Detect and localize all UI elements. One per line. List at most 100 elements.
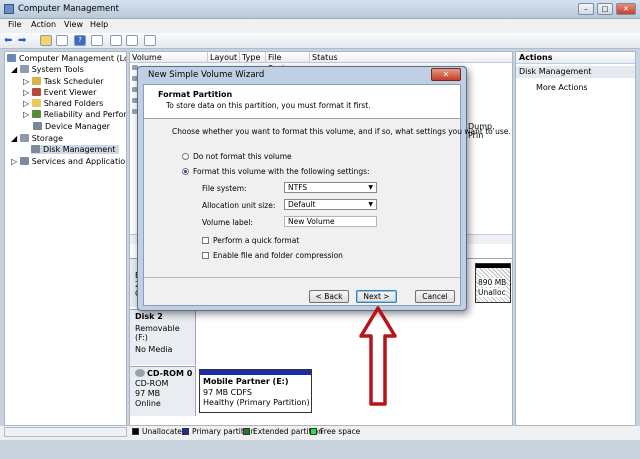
wizard-header: Format Partition To store data on this p… (144, 85, 460, 119)
disk2-label[interactable]: Disk 2 Removable (F:) No Media (130, 309, 196, 365)
compression-checkbox[interactable] (202, 252, 209, 259)
up-folder-icon[interactable] (40, 35, 52, 46)
device-manager-icon (33, 122, 42, 130)
red-arrow-annotation (359, 306, 397, 406)
close-button[interactable]: ✕ (616, 3, 636, 15)
event-viewer-icon (31, 88, 41, 96)
minimize-button[interactable]: – (578, 3, 594, 15)
allocation-unit-select[interactable]: Default ▼ (284, 199, 377, 210)
forward-arrow-icon[interactable]: ➡ (18, 35, 26, 46)
cdrom-size: 97 MB (135, 389, 161, 398)
column-volume[interactable]: Volume (130, 52, 208, 63)
menu-file[interactable]: File (8, 20, 21, 29)
volume-label-label: Volume label: (202, 218, 253, 227)
console-tree: Computer Management (Local ◢ System Tool… (4, 51, 127, 426)
tree-item-storage[interactable]: ◢ Storage (11, 134, 63, 143)
properties-icon[interactable] (91, 35, 103, 46)
dropdown-arrow-icon: ▼ (368, 184, 373, 191)
help-icon[interactable]: ? (74, 35, 86, 46)
more-actions-link[interactable]: More Actions (536, 83, 588, 92)
legend-swatch (132, 428, 139, 435)
computer-icon (7, 54, 16, 62)
next-button[interactable]: Next > (356, 290, 397, 303)
legend-unallocated: Unallocated (132, 427, 187, 436)
legend-swatch (243, 428, 250, 435)
actions-header: Actions (516, 52, 635, 64)
title-bar: Computer Management – □ ✕ (0, 0, 640, 19)
settings-icon[interactable] (126, 35, 138, 46)
refresh-icon[interactable] (144, 35, 156, 46)
wizard-subheading: To store data on this partition, you mus… (166, 101, 371, 110)
storage-icon (19, 134, 29, 142)
clock-icon (31, 77, 41, 85)
back-arrow-icon[interactable]: ⬅ (4, 35, 12, 46)
radio-format-volume[interactable] (182, 168, 189, 175)
legend-swatch (310, 428, 317, 435)
radio-do-not-format[interactable] (182, 153, 189, 160)
cdrom-type: CD-ROM (135, 379, 169, 388)
column-file-system[interactable]: File System (266, 52, 310, 73)
dialog-divider (144, 277, 460, 278)
column-status[interactable]: Status (310, 52, 512, 63)
file-system-label: File system: (202, 184, 247, 193)
tree-item-task-scheduler[interactable]: ▷ Task Scheduler (23, 77, 104, 86)
cdrom-icon (135, 369, 145, 377)
tree-item-system-tools[interactable]: ◢ System Tools (11, 65, 84, 74)
partition-legend: Unallocated Primary partition Extended p… (129, 426, 513, 438)
dialog-body: Format Partition To store data on this p… (143, 84, 511, 306)
file-system-select[interactable]: NTFS ▼ (284, 182, 377, 193)
radio-do-not-format-label[interactable]: Do not format this volume (193, 152, 292, 161)
disk2-title: Disk 2 (135, 312, 163, 321)
quick-format-label[interactable]: Perform a quick format (213, 236, 299, 245)
cdrom-volume-fs: 97 MB CDFS (203, 388, 252, 397)
compression-label[interactable]: Enable file and folder compression (213, 251, 343, 260)
maximize-button[interactable]: □ (597, 3, 613, 15)
menu-action[interactable]: Action (31, 20, 56, 29)
tree-scrollbar[interactable] (4, 427, 127, 437)
tree-item-disk-management[interactable]: Disk Management (31, 145, 120, 154)
app-icon (4, 4, 14, 14)
back-button[interactable]: < Back (309, 290, 349, 303)
quick-format-checkbox[interactable] (202, 237, 209, 244)
performance-icon (31, 110, 41, 118)
dropdown-arrow-icon: ▼ (368, 201, 373, 208)
tree-item-services[interactable]: ▷ Services and Applications (11, 157, 126, 166)
tree-item-device-manager[interactable]: Device Manager (33, 122, 110, 131)
folder-icon (31, 99, 41, 107)
disk2-media: No Media (135, 345, 173, 354)
dialog-close-button[interactable]: ✕ (431, 68, 461, 81)
disk1-unalloc-size: 890 MB (478, 278, 507, 287)
tree-item-root[interactable]: Computer Management (Local (7, 54, 126, 63)
disk-icon (31, 145, 40, 153)
services-icon (19, 157, 29, 165)
actions-section-disk-management[interactable]: Disk Management (516, 66, 635, 78)
legend-free-space: Free space (310, 427, 360, 436)
tree-item-shared-folders[interactable]: ▷ Shared Folders (23, 99, 103, 108)
menu-view[interactable]: View (64, 20, 83, 29)
disk1-unallocated[interactable]: 890 MB Unalloc (475, 263, 511, 303)
tree-item-event-viewer[interactable]: ▷ Event Viewer (23, 88, 96, 97)
disk1-unalloc-label: Unalloc (478, 288, 506, 297)
wizard-instruction: Choose whether you want to format this v… (172, 127, 511, 136)
column-layout[interactable]: Layout (208, 52, 240, 63)
cdrom-title: CD-ROM 0 (147, 369, 193, 378)
show-hide-tree-icon[interactable] (56, 35, 68, 46)
cdrom-status: Online (135, 399, 161, 408)
new-simple-volume-wizard: New Simple Volume Wizard ✕ Format Partit… (137, 66, 511, 311)
cdrom-label[interactable]: CD-ROM 0 CD-ROM 97 MB Online (130, 366, 196, 416)
export-list-icon[interactable] (110, 35, 122, 46)
dialog-title: New Simple Volume Wizard (148, 70, 265, 80)
cdrom-volume[interactable]: Mobile Partner (E:) 97 MB CDFS Healthy (… (199, 369, 312, 413)
menu-bar: File Action View Help (0, 19, 640, 33)
radio-format-volume-label[interactable]: Format this volume with the following se… (193, 167, 370, 176)
tree-item-reliability[interactable]: ▷ Reliability and Performa (23, 110, 126, 119)
cdrom-volume-name: Mobile Partner (E:) (203, 377, 289, 386)
toolbar: ⬅ ➡ ? (0, 33, 640, 49)
wizard-heading: Format Partition (158, 90, 233, 99)
allocation-unit-label: Allocation unit size: (202, 201, 276, 210)
window-title: Computer Management (18, 4, 119, 14)
cancel-button[interactable]: Cancel (415, 290, 455, 303)
menu-help[interactable]: Help (90, 20, 108, 29)
column-type[interactable]: Type (240, 52, 266, 63)
volume-label-input[interactable]: New Volume (284, 216, 377, 227)
